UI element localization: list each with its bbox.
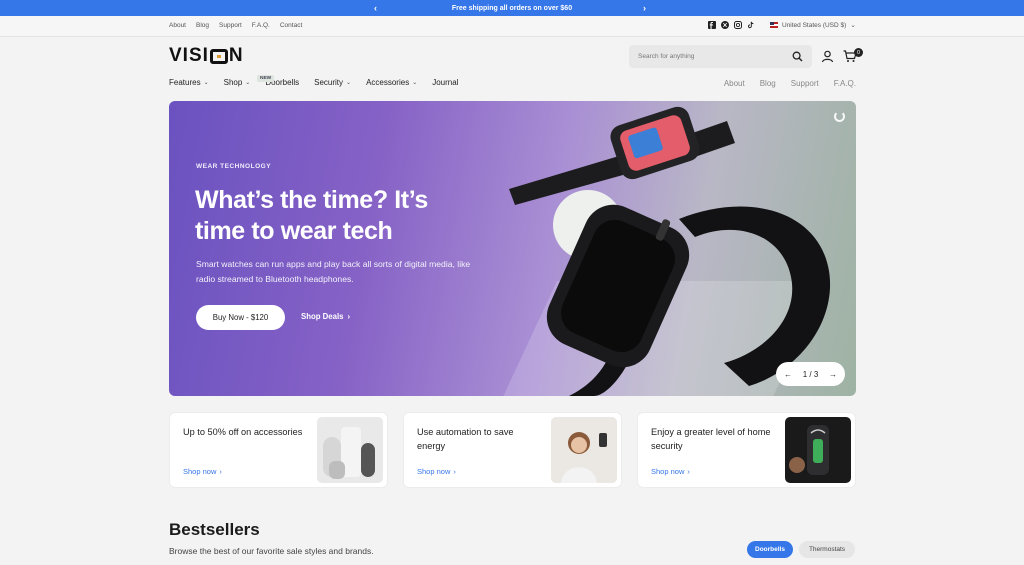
cart-count-badge: 0 [854,48,863,57]
nav-link-faq[interactable]: F.A.Q. [834,79,856,88]
search-placeholder: Search for anything [638,53,695,60]
utility-link-about[interactable]: About [169,22,186,29]
smartwatch-image [509,106,831,396]
chevron-left-icon[interactable]: ‹ [374,2,377,14]
promo-card-accessories[interactable]: Up to 50% off on accessories Shop now › [169,412,388,488]
facebook-icon[interactable] [708,21,716,29]
logo-text-end: N [228,45,244,66]
chevron-down-icon: ⌄ [346,80,352,86]
currency-selector[interactable]: United States (USD $) ⌄ [770,21,856,29]
announcement-text: Free shipping all orders on over $60 [451,4,573,12]
x-icon[interactable] [721,21,729,29]
promo-title: Enjoy a greater level of home security [651,427,771,451]
shop-deals-link[interactable]: Shop Deals › [301,312,350,321]
promo-title: Use automation to save energy [417,427,514,451]
utility-link-blog[interactable]: Blog [196,22,209,29]
tab-doorbells[interactable]: Doorbells [747,541,793,558]
smart-speakers-image [317,417,383,483]
arrow-left-icon[interactable]: ← [784,370,792,379]
buy-now-button[interactable]: Buy Now - $120 [196,305,285,330]
nav-link-support[interactable]: Support [791,79,819,88]
main-nav: Features ⌄ Shop ⌄ Doorbells Security ⌄ Acce… [169,75,458,87]
tiktok-icon[interactable] [747,21,755,29]
promo-card-automation[interactable]: Use automation to save energy Shop now › [403,412,622,488]
chevron-down-icon: ⌄ [245,80,251,86]
search-input[interactable]: Search for anything [629,45,812,68]
logo-text: VISI [169,45,209,66]
chevron-down-icon: ⌄ [850,22,856,29]
bestsellers-title: Bestsellers [169,520,260,539]
nav-label: Security [314,78,344,87]
secondary-nav: About Blog Support F.A.Q. [724,79,856,88]
chevron-right-icon: › [219,467,222,476]
slide-indicator: 1 / 3 [802,369,819,379]
shop-now-label: Shop now [417,467,451,476]
utility-link-contact[interactable]: Contact [280,22,302,29]
hero-eyebrow: WEAR TECHNOLOGY [196,163,272,170]
chevron-right-icon: › [347,312,351,321]
nav-item-journal[interactable]: Journal [432,78,458,87]
promo-card-security[interactable]: Enjoy a greater level of home security S… [637,412,856,488]
promo-title: Up to 50% off on accessories [183,427,303,437]
bestsellers-subtitle: Browse the best of our favorite sale sty… [169,546,374,556]
chevron-right-icon: › [453,467,456,476]
woman-thermostat-image [551,417,617,483]
nav-item-security[interactable]: Security ⌄ [314,78,351,87]
loading-spinner-icon [834,111,845,122]
new-badge: NEW [257,75,275,82]
hero-subcopy: Smart watches can run apps and play back… [196,259,471,284]
currency-label: United States (USD $) [782,21,847,29]
shop-now-link[interactable]: Shop now › [183,467,222,476]
search-icon[interactable] [792,51,803,64]
chevron-right-icon[interactable]: › [643,2,646,14]
us-flag-icon [770,22,778,28]
shop-now-label: Shop now [183,467,217,476]
announcement-bar: ‹ Free shipping all orders on over $60 › [0,0,1024,16]
shop-deals-label: Shop Deals [301,312,344,321]
nav-item-shop[interactable]: Shop ⌄ [224,78,251,87]
nav-item-features[interactable]: Features ⌄ [169,78,209,87]
utility-bar: About Blog Support F.A.Q. Contact United… [0,16,1024,37]
shop-now-link[interactable]: Shop now › [651,467,690,476]
utility-link-support[interactable]: Support [219,22,242,29]
chevron-down-icon: ⌄ [412,80,418,86]
nav-link-blog[interactable]: Blog [760,79,776,88]
logo-o-mark [209,48,228,64]
arrow-right-icon[interactable]: → [829,370,837,379]
chevron-right-icon: › [687,467,690,476]
slide-pager: ← 1 / 3 → [776,362,845,386]
hero-banner: WEAR TECHNOLOGY What’s the time? It’s ti… [169,101,856,396]
chevron-down-icon: ⌄ [203,80,209,86]
tab-thermostats[interactable]: Thermostats [799,541,855,558]
instagram-icon[interactable] [734,21,742,29]
nav-item-accessories[interactable]: Accessories ⌄ [366,78,417,87]
nav-label: Journal [432,78,459,87]
utility-links: About Blog Support F.A.Q. Contact [169,22,302,29]
shop-now-link[interactable]: Shop now › [417,467,456,476]
nav-label: Shop [223,78,243,87]
logo[interactable]: VISI N [169,45,244,66]
utility-link-faq[interactable]: F.A.Q. [252,22,270,29]
account-icon[interactable] [821,50,834,68]
hero-headline: What’s the time? It’s time to wear tech [195,186,428,245]
smart-lock-image [785,417,851,483]
social-links [708,21,755,29]
nav-label: Accessories [366,78,410,87]
shop-now-label: Shop now [651,467,685,476]
nav-label: Features [169,78,201,87]
nav-link-about[interactable]: About [724,79,745,88]
